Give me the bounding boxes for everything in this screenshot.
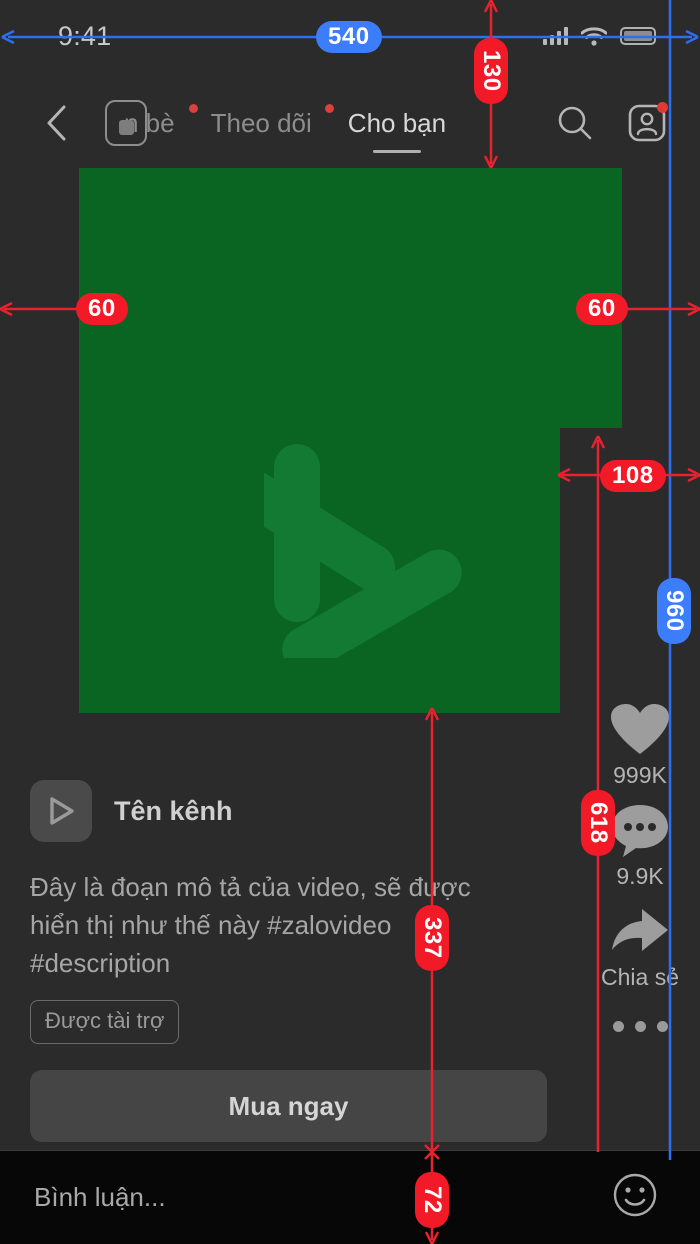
active-tab-indicator	[372, 149, 421, 153]
share-label: Chia sẻ	[601, 964, 679, 990]
video-surface-top	[79, 168, 622, 428]
phone-screen: 9:41 n bè Theo dõi Cho bạn Tên kênh Đây …	[0, 0, 700, 1244]
back-button[interactable]	[26, 93, 86, 153]
contacts-icon[interactable]	[624, 100, 670, 146]
measure-line-right-60	[622, 301, 700, 317]
tab-following-label: Theo dõi	[210, 107, 312, 138]
status-bar: 9:41	[0, 0, 700, 72]
tab-for-you[interactable]: Cho bạn	[330, 107, 464, 153]
play-icon	[50, 797, 74, 825]
tab-strip: n bè Theo dõi Cho bạn	[86, 92, 552, 154]
channel-name: Tên kênh	[114, 795, 233, 826]
cta-buy-now-button[interactable]: Mua ngay	[30, 1070, 547, 1142]
comment-bar: Bình luận...	[0, 1150, 700, 1244]
comment-icon	[609, 801, 671, 861]
square-placeholder-icon[interactable]	[105, 100, 147, 146]
status-time: 9:41	[58, 20, 112, 51]
like-count: 999K	[613, 762, 667, 788]
contacts-badge-dot	[657, 102, 668, 113]
smiley-face-icon[interactable]	[612, 1172, 658, 1223]
heart-icon	[609, 700, 671, 760]
like-action[interactable]: 999K	[609, 700, 671, 789]
cta-label: Mua ngay	[228, 1090, 349, 1121]
video-info-block: Tên kênh Đây là đoạn mô tả của video, sẽ…	[30, 780, 560, 1142]
comment-input[interactable]: Bình luận...	[34, 1182, 166, 1213]
search-icon[interactable]	[552, 100, 598, 146]
share-action[interactable]: Chia sẻ	[601, 902, 679, 991]
status-icons	[542, 26, 656, 46]
nav-right-icons	[552, 100, 670, 146]
comment-count: 9.9K	[616, 863, 664, 889]
action-rail: 999K 9.9K Chia sẻ	[594, 700, 686, 1032]
share-icon	[609, 902, 671, 962]
video-player-placeholder[interactable]	[79, 168, 622, 713]
signal-icon	[542, 27, 568, 45]
notification-dot-icon	[188, 103, 198, 113]
channel-row[interactable]: Tên kênh	[30, 780, 560, 842]
battery-icon	[620, 27, 656, 45]
tab-for-you-label: Cho bạn	[347, 107, 447, 138]
wifi-icon	[581, 26, 607, 46]
measure-badge-960: 960	[657, 578, 691, 644]
comment-action[interactable]: 9.9K	[609, 801, 671, 890]
video-description: Đây là đoạn mô tả của video, sẽ được hiể…	[30, 872, 471, 978]
avatar[interactable]	[30, 780, 92, 842]
measure-line-left-60	[0, 301, 78, 317]
more-icon[interactable]	[612, 1021, 668, 1032]
sponsored-badge: Được tài trợ	[30, 1000, 180, 1044]
play-triangle-logo	[264, 444, 462, 658]
tab-following[interactable]: Theo dõi	[188, 103, 334, 139]
